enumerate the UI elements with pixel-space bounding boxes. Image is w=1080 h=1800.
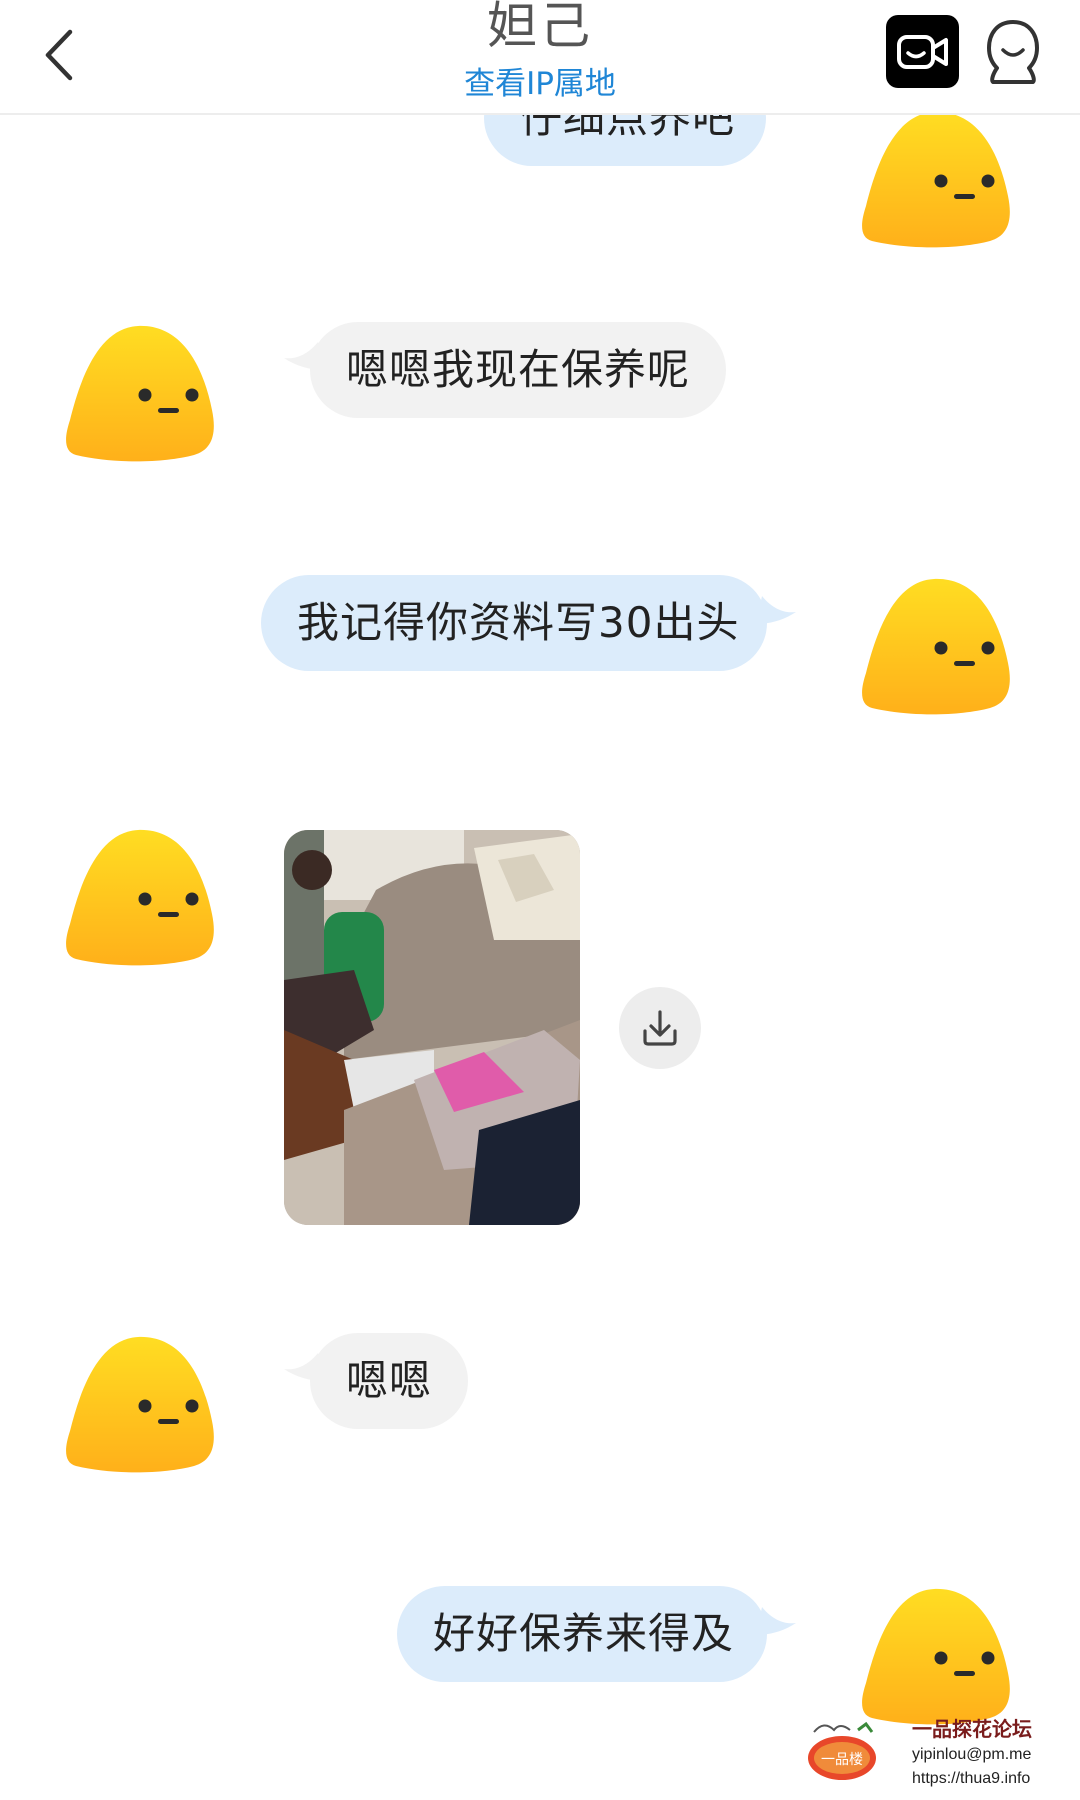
watermark-title: 一品探花论坛 <box>912 1717 1032 1741</box>
contact-avatar[interactable] <box>62 1333 217 1481</box>
watermark: 一品楼 一品探花论坛 yipinlou@pm.me https://thua9.… <box>806 1716 1074 1800</box>
my-avatar[interactable] <box>858 1585 1013 1733</box>
watermark-email: yipinlou@pm.me <box>912 1746 1032 1763</box>
image-message[interactable] <box>284 830 580 1225</box>
chat-area[interactable]: 仔细点养吧 嗯嗯我现在保养呢 我记得你资料写30出头 嗯嗯 好好保养来得及 <box>0 0 1080 1800</box>
my-avatar[interactable] <box>858 575 1013 723</box>
message-bubble-incoming[interactable]: 嗯嗯 <box>310 1333 469 1429</box>
bubble-tail <box>756 1607 796 1635</box>
forum-logo: 一品楼 <box>808 1721 876 1780</box>
download-icon <box>643 1010 677 1046</box>
download-button[interactable] <box>619 987 701 1069</box>
contact-avatar[interactable] <box>62 322 217 470</box>
message-bubble-outgoing[interactable]: 我记得你资料写30出头 <box>261 575 767 671</box>
video-call-button[interactable] <box>886 15 959 88</box>
svg-text:一品楼: 一品楼 <box>821 1752 863 1768</box>
bubble-tail <box>756 596 796 624</box>
chat-header: 妲己 查看IP属地 <box>0 0 1080 115</box>
contact-avatar[interactable] <box>62 826 217 974</box>
video-camera-icon <box>896 34 948 69</box>
watermark-url: https://thua9.info <box>912 1770 1031 1787</box>
my-avatar[interactable] <box>858 108 1013 256</box>
photo-content <box>284 830 580 1225</box>
message-bubble-outgoing[interactable]: 好好保养来得及 <box>397 1586 767 1682</box>
profile-icon[interactable] <box>985 18 1041 86</box>
message-bubble-incoming[interactable]: 嗯嗯我现在保养呢 <box>310 322 727 418</box>
